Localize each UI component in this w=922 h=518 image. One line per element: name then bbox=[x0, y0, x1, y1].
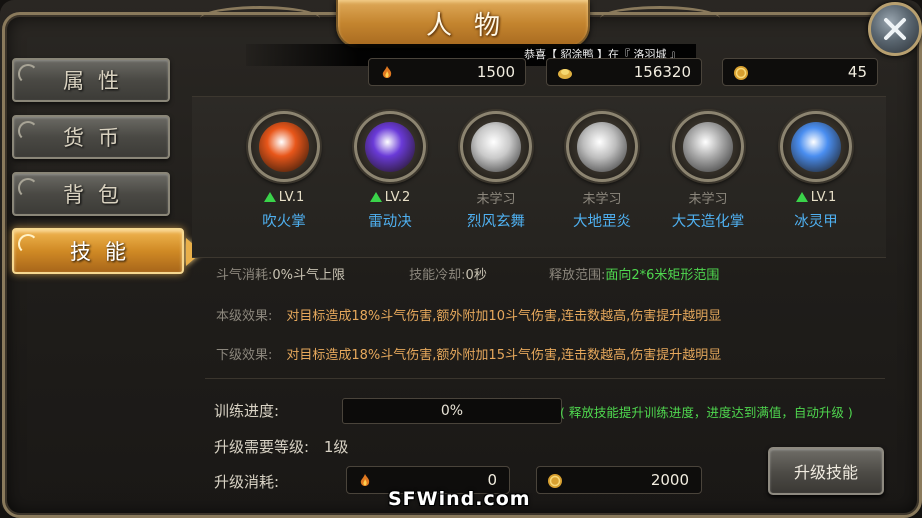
level-up-arrow-icon bbox=[263, 192, 276, 203]
window-title: 人物 bbox=[425, 10, 522, 41]
frame-ornament-left bbox=[200, 6, 320, 31]
cost-label: 斗气消耗: bbox=[216, 268, 273, 283]
close-button[interactable] bbox=[868, 2, 922, 56]
skill-name: 雷动决 bbox=[368, 214, 412, 230]
cooldown-label: 技能冷却: bbox=[409, 268, 466, 283]
cooldown-value: 0秒 bbox=[465, 268, 487, 283]
skill-info-line: 斗气消耗:0%斗气上限 技能冷却:0秒 释放范围:面向2*6米矩形范围 bbox=[216, 264, 719, 283]
watermark: SFWind.com bbox=[388, 488, 531, 510]
skill-icon-frame[interactable] bbox=[672, 111, 744, 182]
gold-coin-icon bbox=[548, 474, 562, 488]
whirlwind-icon bbox=[471, 121, 521, 172]
flame-coin-icon bbox=[382, 66, 392, 78]
tab-label: 属性 bbox=[63, 69, 133, 93]
fire-palm-icon bbox=[259, 121, 309, 172]
skill-name: 烈风玄舞 bbox=[467, 214, 525, 230]
required-level-label: 升级需要等级: bbox=[214, 438, 310, 456]
skill-level-text: 未学习 bbox=[476, 191, 516, 207]
frame-ornament-right bbox=[600, 6, 720, 31]
cost-gold: 2000 bbox=[536, 466, 702, 494]
tab-attributes[interactable]: 属性 bbox=[12, 58, 170, 102]
skill-level: LV.1 bbox=[795, 188, 837, 206]
progress-hint: ( 释放技能提升训练进度，进度达到满值，自动升级 ) bbox=[560, 405, 853, 420]
tab-bag[interactable]: 背包 bbox=[12, 172, 170, 216]
upgrade-cost-label: 升级消耗: bbox=[214, 473, 280, 491]
character-window: 人物 恭喜【 貂涂鸭 】在『 洛羽城 』 1500 156320 45 属性 货… bbox=[0, 0, 922, 518]
skill-level: 未学习 bbox=[688, 188, 728, 207]
skill-icon-frame[interactable] bbox=[354, 111, 426, 183]
required-level: 升级需要等级: 1级 bbox=[214, 436, 348, 457]
skill-level-text: LV.1 bbox=[278, 189, 305, 205]
range-value: 面向2*6米矩形范围 bbox=[605, 268, 720, 283]
gold-coin-icon bbox=[734, 66, 748, 80]
skill-level-text: LV.2 bbox=[384, 189, 411, 205]
earth-flame-icon bbox=[577, 121, 627, 172]
ingot-icon bbox=[558, 69, 572, 79]
skill-level-text: 未学习 bbox=[688, 191, 728, 207]
tab-label: 货币 bbox=[63, 126, 133, 150]
tab-label: 技能 bbox=[70, 240, 140, 264]
section-divider bbox=[205, 378, 885, 379]
tab-currency[interactable]: 货币 bbox=[12, 115, 170, 159]
currency-ingot: 156320 bbox=[546, 58, 702, 86]
skill-level: 未学习 bbox=[476, 188, 516, 207]
next-effect-label: 下级效果: bbox=[216, 348, 273, 363]
skill-list: LV.1 吹火掌 LV.2 雷动决 未学习 烈风玄舞 未学习 大地罡炎 未学习 大天造化掌 LV.1… bbox=[192, 96, 886, 258]
next-effect: 下级效果: 对目标造成18%斗气伤害,额外附加15斗气伤害,连击数越高,伤害提升越… bbox=[216, 344, 721, 363]
skill-name: 大天造化掌 bbox=[671, 214, 745, 230]
cost-value: 0%斗气上限 bbox=[272, 268, 346, 283]
skill-slot[interactable]: 未学习 烈风玄舞 bbox=[446, 111, 546, 231]
current-effect: 本级效果: 对目标造成18%斗气伤害,额外附加10斗气伤害,连击数越高,伤害提升越… bbox=[216, 305, 721, 324]
sidebar: 属性 货币 背包 技能 bbox=[12, 58, 202, 508]
flame-coin-icon bbox=[360, 474, 370, 486]
skill-level: LV.2 bbox=[369, 188, 411, 206]
skill-level: 未学习 bbox=[582, 188, 622, 207]
tab-skills[interactable]: 技能 bbox=[12, 228, 184, 274]
current-effect-text: 对目标造成18%斗气伤害,额外附加10斗气伤害,连击数越高,伤害提升越明显 bbox=[286, 309, 722, 324]
heaven-palm-icon bbox=[683, 121, 733, 172]
currency-flame: 1500 bbox=[368, 58, 526, 86]
cost-value: 2000 bbox=[650, 471, 689, 489]
progress-label: 训练进度: bbox=[214, 402, 280, 420]
skill-slot[interactable]: LV.1 冰灵甲 bbox=[766, 111, 866, 231]
skill-icon-frame[interactable] bbox=[248, 111, 320, 183]
skill-name: 冰灵甲 bbox=[794, 214, 838, 230]
skill-slot[interactable]: LV.1 吹火掌 bbox=[234, 111, 334, 231]
progress-text: 0% bbox=[440, 403, 464, 419]
required-level-value: 1级 bbox=[323, 438, 349, 456]
next-effect-text: 对目标造成18%斗气伤害,额外附加15斗气伤害,连击数越高,伤害提升越明显 bbox=[286, 348, 722, 363]
close-icon bbox=[884, 18, 906, 40]
current-effect-label: 本级效果: bbox=[216, 309, 273, 324]
skill-level-text: 未学习 bbox=[582, 191, 622, 207]
cost-value: 0 bbox=[487, 471, 497, 489]
skill-slot[interactable]: 未学习 大地罡炎 bbox=[552, 111, 652, 231]
ice-armor-icon bbox=[791, 121, 841, 172]
skill-level: LV.1 bbox=[263, 188, 305, 206]
title-tab: 人物 bbox=[336, 0, 590, 48]
currency-value: 156320 bbox=[633, 63, 691, 81]
level-up-arrow-icon bbox=[795, 192, 808, 203]
skill-slot[interactable]: 未学习 大天造化掌 bbox=[658, 111, 758, 231]
currency-value: 45 bbox=[847, 63, 867, 81]
upgrade-skill-button[interactable]: 升级技能 bbox=[768, 447, 884, 495]
skill-level-text: LV.1 bbox=[810, 189, 837, 205]
training-progress-bar: 0% bbox=[342, 398, 562, 424]
skill-icon-frame[interactable] bbox=[780, 111, 852, 183]
currency-value: 1500 bbox=[476, 63, 515, 81]
currency-gold: 45 bbox=[722, 58, 878, 86]
thunder-icon bbox=[365, 121, 415, 172]
tab-label: 背包 bbox=[63, 183, 133, 207]
skill-icon-frame[interactable] bbox=[460, 111, 532, 182]
skill-slot[interactable]: LV.2 雷动决 bbox=[340, 111, 440, 231]
skill-name: 吹火掌 bbox=[262, 214, 306, 230]
skill-name: 大地罡炎 bbox=[573, 214, 631, 230]
level-up-arrow-icon bbox=[369, 192, 382, 203]
skill-icon-frame[interactable] bbox=[566, 111, 638, 182]
range-label: 释放范围: bbox=[548, 268, 606, 283]
